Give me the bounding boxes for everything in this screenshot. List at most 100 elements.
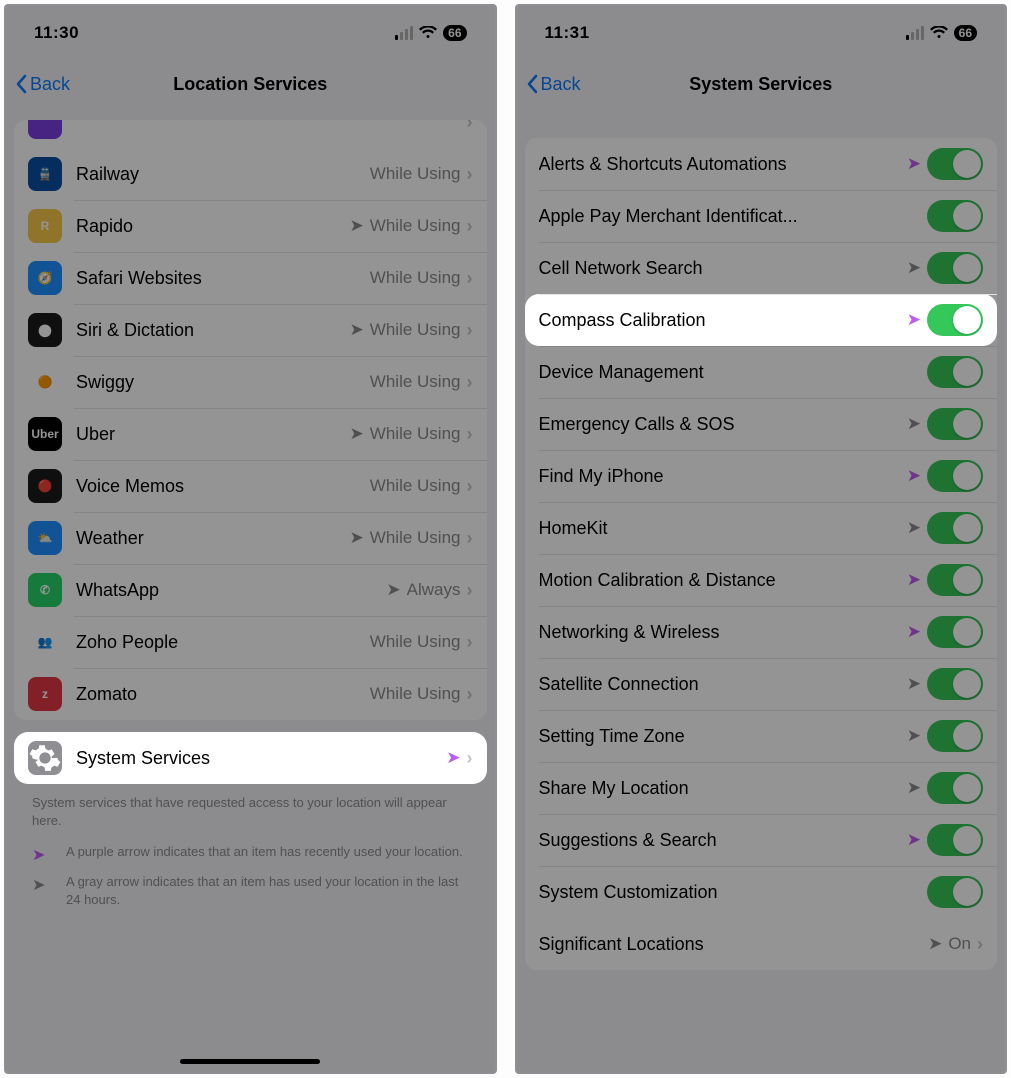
app-row[interactable]: 🚆 Railway While Using ›	[14, 148, 487, 200]
content: › 🚆 Railway While Using › R Rapido ➤ Whi…	[6, 120, 495, 912]
wifi-icon	[419, 26, 437, 40]
app-row[interactable]: 🔴 Voice Memos While Using ›	[14, 460, 487, 512]
app-row[interactable]: Uber Uber ➤ While Using ›	[14, 408, 487, 460]
chevron-right-icon: ›	[467, 268, 473, 289]
location-arrow-icon: ➤	[907, 778, 921, 798]
toggle-switch[interactable]	[927, 616, 983, 648]
service-label: HomeKit	[539, 518, 907, 539]
service-row: Apple Pay Merchant Identificat...	[525, 190, 998, 242]
location-arrow-icon: ➤	[907, 310, 921, 330]
toggle-switch[interactable]	[927, 772, 983, 804]
service-row: Device Management	[525, 346, 998, 398]
location-arrow-icon: ➤	[907, 830, 921, 850]
wifi-icon	[930, 26, 948, 40]
nav-bar: Back Location Services	[6, 60, 495, 108]
toggle-switch[interactable]	[927, 200, 983, 232]
app-icon: 🟠	[28, 365, 62, 399]
service-label: Satellite Connection	[539, 674, 907, 695]
status-icons: 66	[906, 25, 977, 41]
back-button[interactable]: Back	[517, 74, 581, 95]
app-icon: Uber	[28, 417, 62, 451]
back-button[interactable]: Back	[6, 74, 70, 95]
app-row[interactable]: ⛅ Weather ➤ While Using ›	[14, 512, 487, 564]
app-name: Swiggy	[76, 372, 370, 393]
toggle-switch[interactable]	[927, 356, 983, 388]
app-name: Railway	[76, 164, 370, 185]
toggle-switch[interactable]	[927, 876, 983, 908]
service-label: Apple Pay Merchant Identificat...	[539, 206, 928, 227]
service-label: Setting Time Zone	[539, 726, 907, 747]
location-arrow-icon: ➤	[907, 466, 921, 486]
app-value: While Using	[370, 476, 461, 496]
phone-system-services: 11:31 66 Back System Services Alerts & S…	[515, 4, 1008, 1074]
app-name: Siri & Dictation	[76, 320, 350, 341]
app-value: While Using	[370, 632, 461, 652]
service-row: Cell Network Search ➤	[525, 242, 998, 294]
toggle-switch[interactable]	[927, 408, 983, 440]
location-arrow-icon: ➤	[907, 154, 921, 174]
location-arrow-icon: ➤	[386, 580, 400, 600]
app-icon: R	[28, 209, 62, 243]
location-arrow-icon: ➤	[350, 528, 364, 548]
app-row[interactable]: ✆ WhatsApp ➤ Always ›	[14, 564, 487, 616]
app-row[interactable]: 👥 Zoho People While Using ›	[14, 616, 487, 668]
app-row[interactable]: R Rapido ➤ While Using ›	[14, 200, 487, 252]
app-name: Weather	[76, 528, 350, 549]
app-icon: z	[28, 677, 62, 711]
chevron-right-icon: ›	[467, 528, 473, 549]
toggle-switch[interactable]	[927, 824, 983, 856]
app-row[interactable]: 🧭 Safari Websites While Using ›	[14, 252, 487, 304]
partial-row-top: ›	[14, 120, 487, 148]
gear-icon	[28, 741, 62, 775]
service-label: Compass Calibration	[539, 310, 907, 331]
home-indicator[interactable]	[180, 1059, 320, 1064]
service-row: Suggestions & Search ➤	[525, 814, 998, 866]
service-row: Compass Calibration ➤	[525, 294, 998, 346]
toggle-switch[interactable]	[927, 512, 983, 544]
toggle-switch[interactable]	[927, 720, 983, 752]
location-arrow-icon: ➤	[350, 216, 364, 236]
service-row: Satellite Connection ➤	[525, 658, 998, 710]
phone-location-services: 11:30 66 Back Location Services	[4, 4, 497, 1074]
app-name: Zomato	[76, 684, 370, 705]
app-value: While Using	[370, 684, 461, 704]
app-icon: ✆	[28, 573, 62, 607]
app-icon: 👥	[28, 625, 62, 659]
battery-icon: 66	[443, 25, 466, 41]
service-label: Find My iPhone	[539, 466, 907, 487]
status-time: 11:30	[34, 23, 79, 43]
toggle-switch[interactable]	[927, 252, 983, 284]
battery-icon: 66	[954, 25, 977, 41]
app-value: While Using	[370, 216, 461, 236]
toggle-switch[interactable]	[927, 304, 983, 336]
toggle-switch[interactable]	[927, 564, 983, 596]
service-row: Find My iPhone ➤	[525, 450, 998, 502]
nav-bar: Back System Services	[517, 60, 1006, 108]
app-row[interactable]: z Zomato While Using ›	[14, 668, 487, 720]
toggle-switch[interactable]	[927, 668, 983, 700]
toggle-switch[interactable]	[927, 148, 983, 180]
app-name: Safari Websites	[76, 268, 370, 289]
chevron-left-icon	[14, 74, 28, 94]
location-arrow-icon: ➤	[907, 622, 921, 642]
system-services-row[interactable]: System Services ➤ ›	[14, 732, 487, 784]
app-icon: ⬤	[28, 313, 62, 347]
app-icon: 🧭	[28, 261, 62, 295]
chevron-right-icon: ›	[467, 164, 473, 185]
app-row[interactable]: ⬤ Siri & Dictation ➤ While Using ›	[14, 304, 487, 356]
location-arrow-icon: ➤	[907, 414, 921, 434]
app-row[interactable]: 🟠 Swiggy While Using ›	[14, 356, 487, 408]
app-row-partial[interactable]: ›	[14, 120, 487, 148]
toggle-switch[interactable]	[927, 460, 983, 492]
app-name: Voice Memos	[76, 476, 370, 497]
service-row: Alerts & Shortcuts Automations ➤	[525, 138, 998, 190]
legend-gray-text: A gray arrow indicates that an item has …	[66, 873, 469, 908]
footer-text: System services that have requested acce…	[14, 784, 487, 839]
location-arrow-icon: ➤	[350, 424, 364, 444]
significant-locations-row[interactable]: Significant Locations ➤ On ›	[525, 918, 998, 970]
legend-gray: ➤ A gray arrow indicates that an item ha…	[14, 869, 487, 912]
chevron-right-icon: ›	[977, 934, 983, 955]
apps-section: › 🚆 Railway While Using › R Rapido ➤ Whi…	[14, 120, 487, 720]
location-arrow-icon: ➤	[32, 845, 50, 865]
service-value: On	[948, 934, 971, 954]
